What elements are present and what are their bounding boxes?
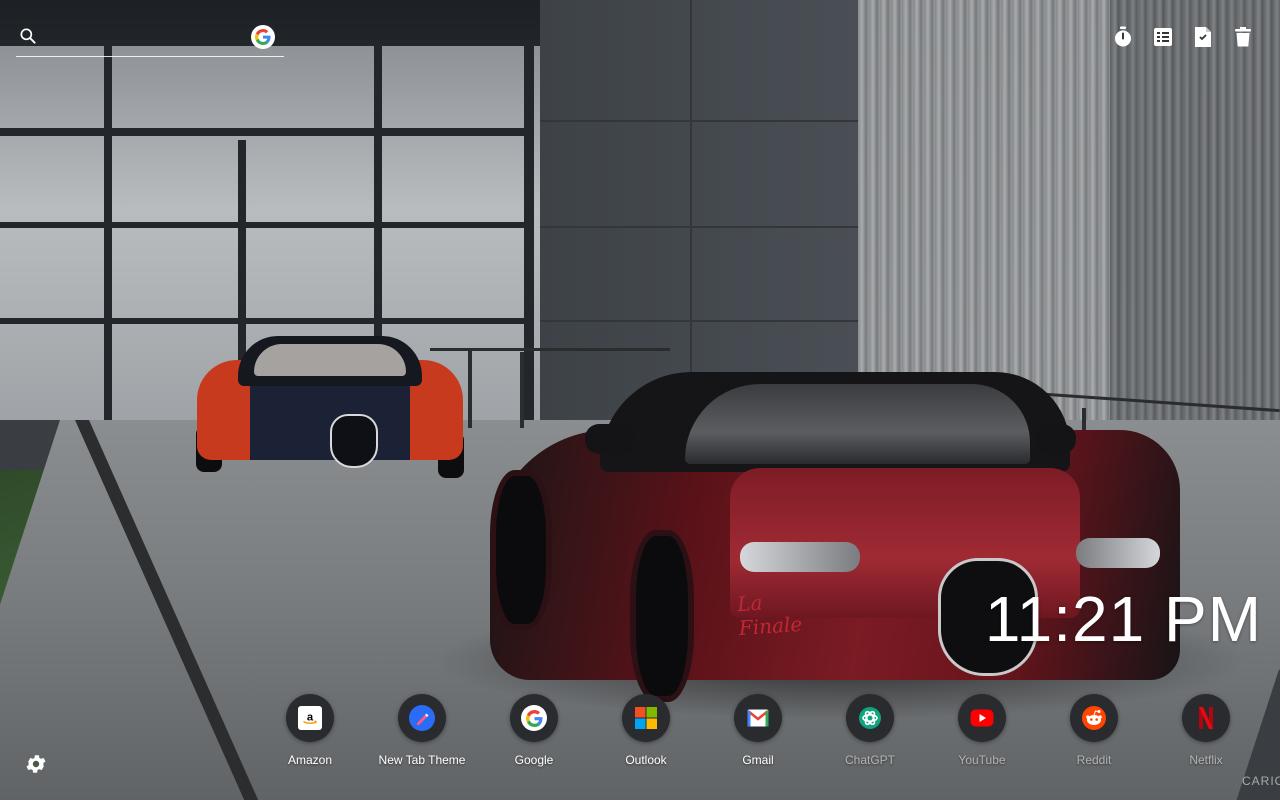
google-icon <box>521 705 547 731</box>
svg-text:a: a <box>307 711 314 723</box>
glass-frame <box>0 318 530 324</box>
shortcut-label: Reddit <box>1076 753 1112 767</box>
timer-icon[interactable] <box>1112 24 1134 50</box>
background-wallpaper: La Finale <box>0 0 1280 800</box>
car-headlight <box>740 542 860 572</box>
wheel <box>490 470 552 630</box>
railing-post <box>468 350 472 428</box>
shortcut-dock: a Amazon New Tab Theme Google Outlook Gm… <box>254 694 1262 767</box>
shortcut-icon-circle <box>846 694 894 742</box>
shortcut-label: Netflix <box>1189 753 1223 767</box>
shortcut-chatgpt[interactable]: ChatGPT <box>814 694 926 767</box>
gmail-icon <box>747 709 769 727</box>
shortcut-reddit[interactable]: Reddit <box>1038 694 1150 767</box>
shortcut-icon-circle <box>398 694 446 742</box>
shortcut-icon-circle <box>958 694 1006 742</box>
car-headlight <box>1076 538 1160 568</box>
new-tab-theme-icon <box>409 705 435 731</box>
car-grille <box>330 414 378 468</box>
search-input[interactable] <box>50 26 250 52</box>
shortcut-label: Gmail <box>742 753 774 767</box>
shortcut-youtube[interactable]: YouTube <box>926 694 1038 767</box>
shortcut-label: Outlook <box>625 753 667 767</box>
car-badge-text: La Finale <box>736 590 803 641</box>
panel-line <box>540 120 860 122</box>
railing <box>430 348 670 351</box>
panel-line <box>690 0 692 420</box>
shortcut-netflix[interactable]: Netflix <box>1150 694 1262 767</box>
search-bar <box>16 22 284 57</box>
trash-icon[interactable] <box>1232 24 1254 50</box>
shortcut-outlook[interactable]: Outlook <box>590 694 702 767</box>
microsoft-icon <box>635 707 657 729</box>
shortcut-icon-circle <box>1070 694 1118 742</box>
shortcut-label: ChatGPT <box>844 753 895 767</box>
shortcut-label: YouTube <box>958 753 1006 767</box>
dark-wall <box>540 0 860 420</box>
glass-frame <box>104 40 112 420</box>
search-icon[interactable] <box>18 26 38 46</box>
google-g-icon[interactable] <box>251 25 275 49</box>
glass-frame <box>524 40 534 420</box>
shortcut-new-tab-theme[interactable]: New Tab Theme <box>366 694 478 767</box>
shortcut-amazon[interactable]: a Amazon <box>254 694 366 767</box>
car-windshield <box>685 384 1030 464</box>
gear-icon[interactable] <box>24 752 48 776</box>
car-mirror <box>585 424 635 454</box>
todo-list-icon[interactable] <box>1152 24 1174 50</box>
watermark-text: CARIO <box>1242 774 1280 788</box>
shortcut-google[interactable]: Google <box>478 694 590 767</box>
clock-time: 11:21 PM <box>984 583 1262 655</box>
notes-icon[interactable] <box>1192 24 1214 50</box>
top-toolbar <box>1112 24 1254 50</box>
panel-line <box>540 320 860 322</box>
shortcut-gmail[interactable]: Gmail <box>702 694 814 767</box>
ribbed-wall-dark <box>1110 0 1280 440</box>
car-mirror <box>1036 424 1076 454</box>
shortcut-label: Google <box>514 753 554 767</box>
youtube-icon <box>970 709 994 727</box>
panel-line <box>540 226 860 228</box>
glass-frame <box>0 222 530 228</box>
shortcut-icon-circle <box>734 694 782 742</box>
glass-frame <box>0 128 530 136</box>
railing-post <box>520 352 524 428</box>
shortcut-label: New Tab Theme <box>378 753 466 767</box>
shortcut-icon-circle <box>510 694 558 742</box>
reddit-icon <box>1082 706 1106 730</box>
netflix-icon <box>1199 707 1213 729</box>
shortcut-icon-circle <box>1182 694 1230 742</box>
chatgpt-icon <box>859 707 881 729</box>
shortcut-label: Amazon <box>287 753 333 767</box>
shortcut-icon-circle <box>622 694 670 742</box>
car-windshield <box>254 344 406 376</box>
wheel <box>630 530 694 702</box>
amazon-icon: a <box>298 706 322 730</box>
shortcut-icon-circle: a <box>286 694 334 742</box>
